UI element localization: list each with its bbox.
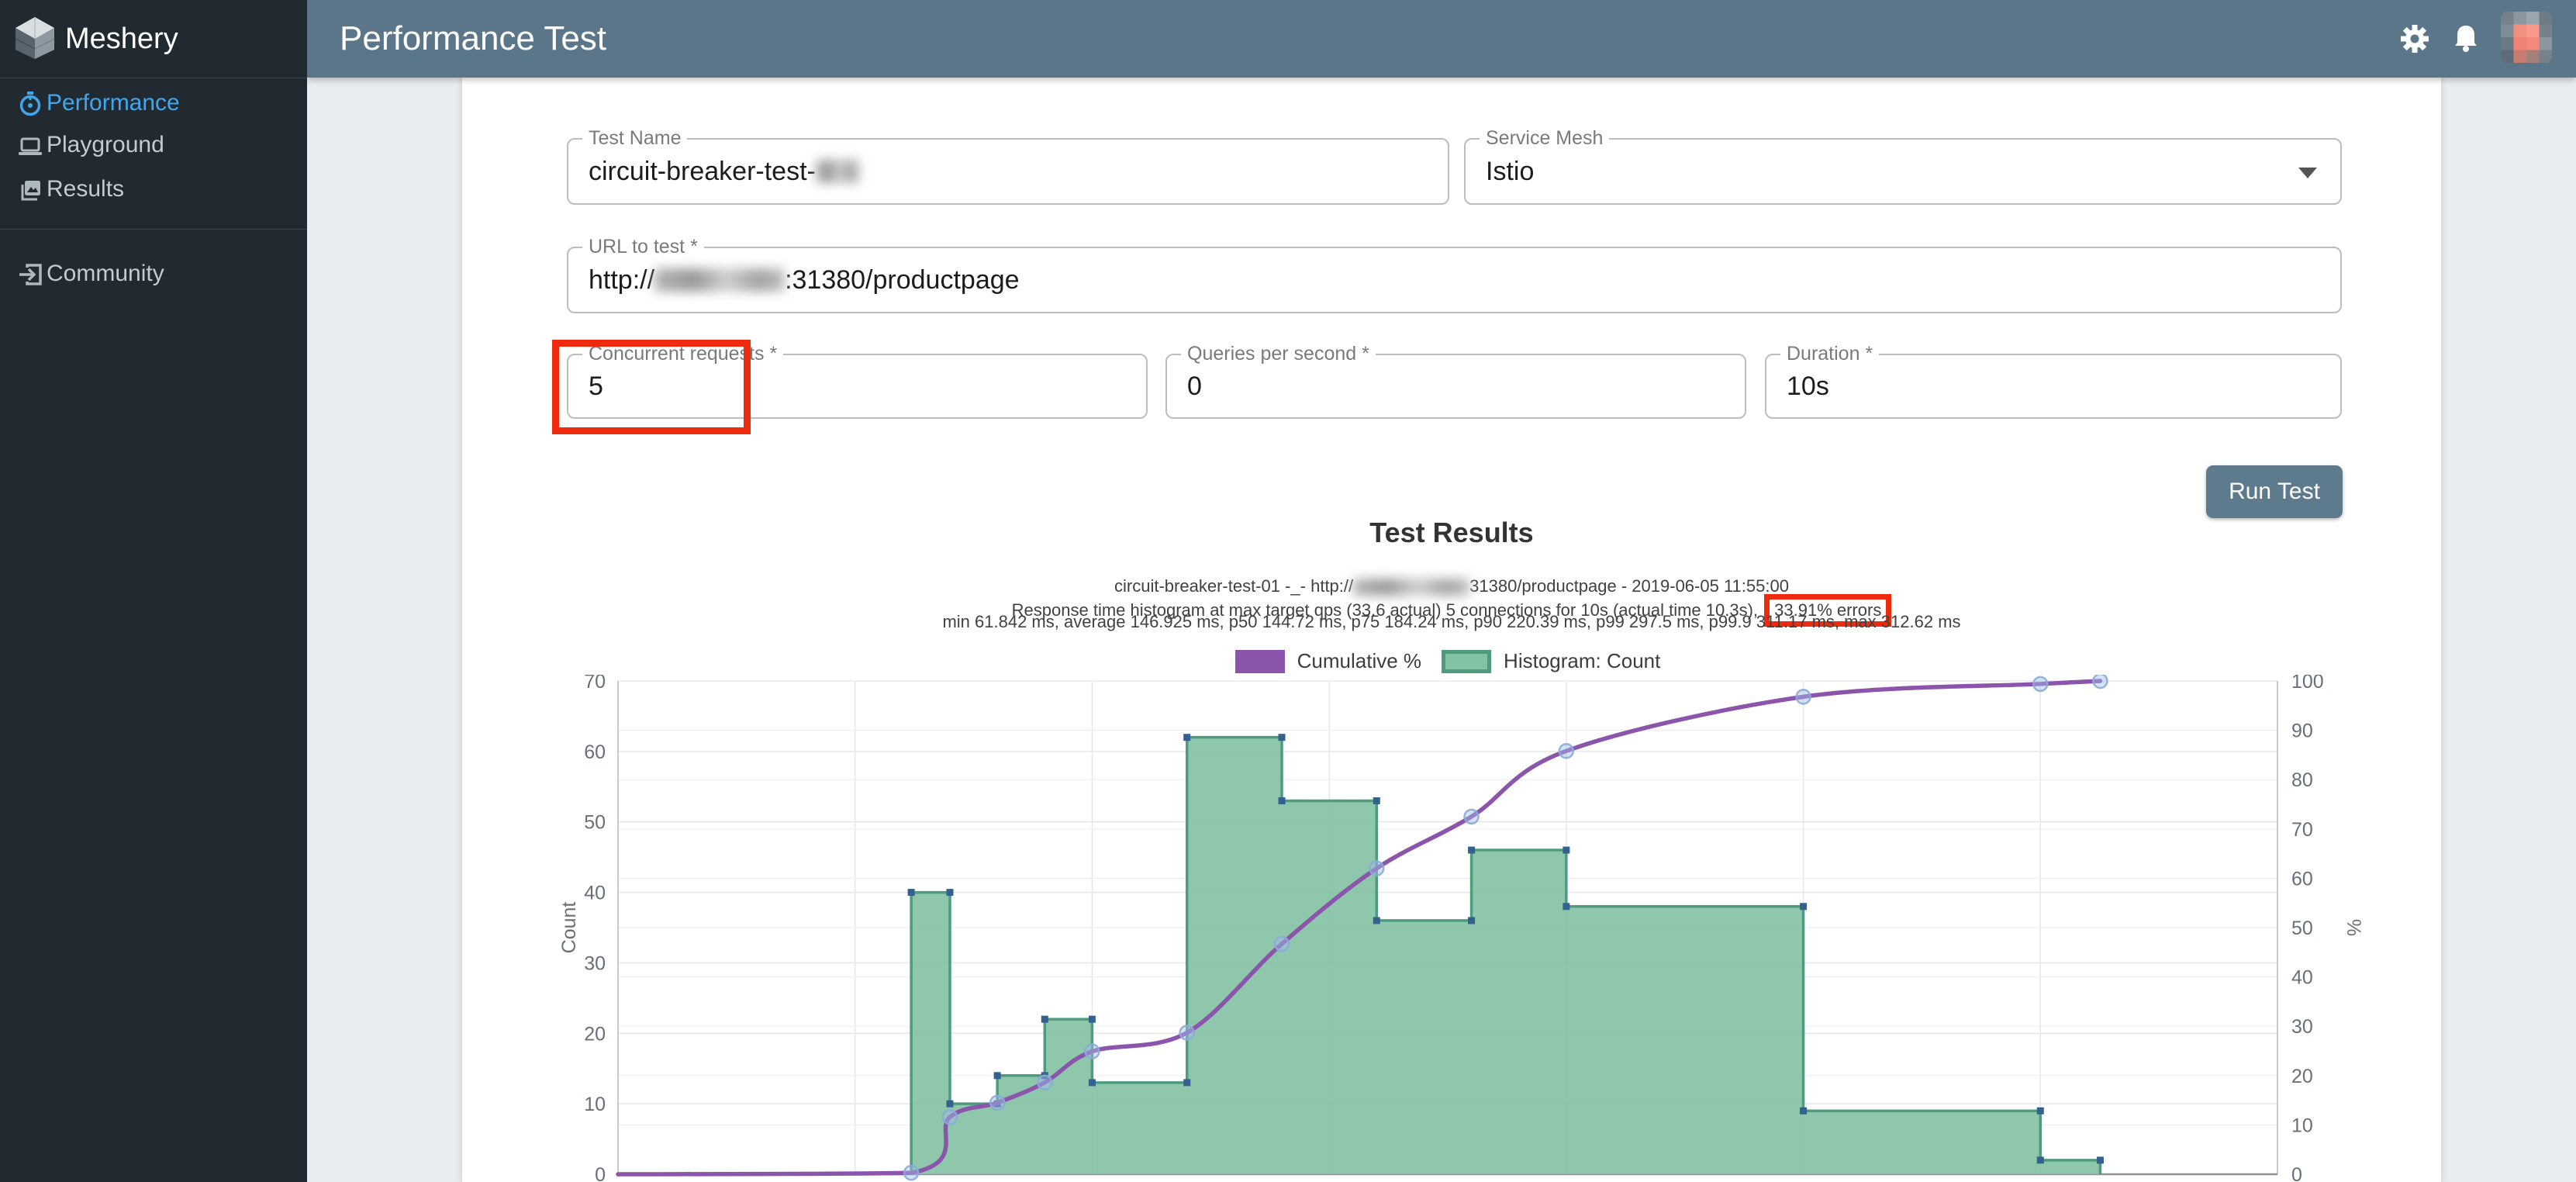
url-value-prefix: http:// [589,265,654,296]
legend-item-histogram: Histogram: Count [1442,649,1660,673]
svg-text:20: 20 [584,1023,606,1045]
svg-text:%: % [2343,919,2364,936]
duration-field[interactable]: Duration * 10s [1765,354,2342,419]
svg-text:20: 20 [2291,1066,2313,1087]
results-line-3: min 61.842 ms, average 146.925 ms, p50 1… [462,612,2441,632]
app-root: Meshery Performance Playground [0,0,2576,1182]
sidebar-item-performance[interactable]: Performance [0,81,307,125]
url-value-suffix: :31380/productpage [785,265,1019,296]
sidebar-item-label: Community [47,252,164,296]
notifications-bell-icon[interactable] [2449,22,2483,56]
chart-legend: Cumulative % Histogram: Count [618,649,2277,673]
header-bar: Performance Test [307,0,2576,78]
avatar-blurred-image [2501,12,2552,63]
svg-text:50: 50 [2291,918,2313,939]
svg-text:90: 90 [2291,721,2313,742]
svg-text:70: 70 [584,675,606,693]
legend-swatch-purple [1235,650,1285,673]
svg-text:60: 60 [2291,868,2313,890]
legend-swatch-green [1442,650,1491,673]
svg-text:100: 100 [2291,675,2324,693]
queries-per-second-field[interactable]: Queries per second * 0 [1165,354,1746,419]
url-field[interactable]: URL to test * http://:31380/productpage [567,247,2342,313]
blurred-text [654,268,785,292]
page-title: Performance Test [340,0,606,78]
meshery-logo-icon [12,16,57,60]
user-avatar[interactable] [2501,12,2552,63]
laptop-icon [17,133,43,159]
content-card: Test Name circuit-breaker-test- Service … [462,78,2441,1182]
results-heading: Test Results [462,517,2441,549]
test-name-value: circuit-breaker-test- [589,157,816,187]
results-gallery-icon [17,177,43,203]
svg-text:0: 0 [595,1164,606,1182]
chevron-down-icon [2298,168,2317,178]
sidebar-divider [0,229,307,230]
service-mesh-value: Istio [1486,140,1534,203]
exit-to-app-icon [17,261,43,288]
legend-item-cumulative: Cumulative % [1235,649,1421,673]
stopwatch-icon [17,91,43,117]
svg-text:60: 60 [584,741,606,763]
svg-text:40: 40 [2291,967,2313,989]
test-name-field[interactable]: Test Name circuit-breaker-test- [567,138,1449,205]
brand-row[interactable]: Meshery [0,0,307,78]
sidebar-item-label: Performance [47,81,180,125]
sidebar: Meshery Performance Playground [0,0,307,1182]
concurrent-requests-label: Concurrent requests * [582,343,783,365]
service-mesh-select[interactable]: Service Mesh Istio [1464,138,2342,205]
concurrent-requests-field[interactable]: Concurrent requests * 5 [567,354,1148,419]
svg-text:10: 10 [584,1094,606,1115]
svg-text:50: 50 [584,812,606,834]
sidebar-item-playground[interactable]: Playground [0,123,307,167]
response-time-histogram-chart: 0 10 20 30 40 50 60 70 0 10 20 30 40 50 60 70 80 90 100 Cou… [543,675,2373,1182]
brand-name: Meshery [65,0,178,78]
sidebar-item-label: Results [47,168,124,211]
svg-text:80: 80 [2291,769,2313,791]
concurrent-requests-value: 5 [589,355,603,417]
svg-text:30: 30 [2291,1016,2313,1038]
svg-text:40: 40 [584,883,606,904]
blurred-text [816,160,859,183]
queries-per-second-value: 0 [1187,355,1202,417]
run-test-button[interactable]: Run Test [2206,465,2343,518]
svg-text:0: 0 [2291,1164,2302,1182]
sidebar-item-community[interactable]: Community [0,252,307,296]
duration-value: 10s [1787,355,1829,417]
sidebar-item-label: Playground [47,123,164,167]
queries-per-second-label: Queries per second * [1181,343,1376,365]
svg-text:Count: Count [558,902,580,954]
sidebar-item-results[interactable]: Results [0,168,307,211]
blurred-text [1353,579,1469,596]
svg-text:70: 70 [2291,819,2313,841]
svg-text:30: 30 [584,952,606,974]
svg-text:10: 10 [2291,1115,2313,1136]
settings-gear-icon[interactable] [2398,22,2432,56]
